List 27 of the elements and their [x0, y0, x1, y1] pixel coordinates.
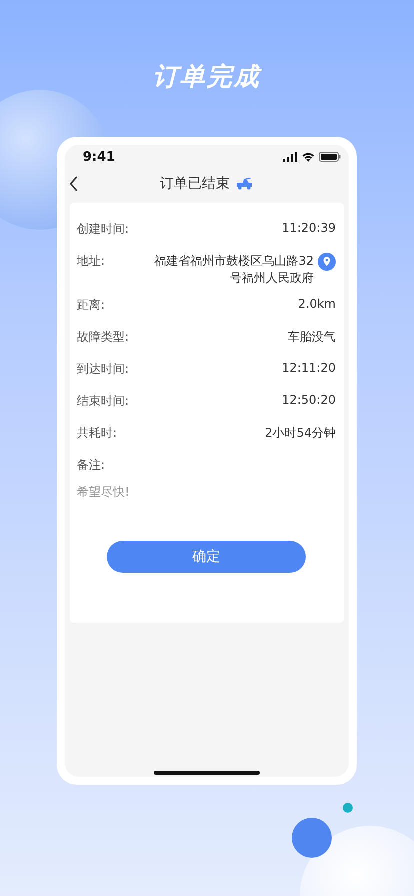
dot-drawing: [343, 803, 353, 813]
field-value: 福建省福州市鼓楼区乌山路32号福州人民政府: [154, 253, 314, 287]
field-label: 创建时间:: [77, 221, 130, 238]
note-text: 希望尽快!: [77, 484, 131, 501]
field-value: 2.0km: [298, 297, 336, 311]
back-icon[interactable]: [69, 176, 79, 192]
field-value: 2小时54分钟: [265, 425, 336, 442]
field-label: 备注:: [77, 457, 106, 474]
signal-icon: [283, 152, 298, 162]
field-label: 距离:: [77, 297, 106, 314]
field-value: 11:20:39: [282, 221, 336, 235]
page-title: 订单已结束: [160, 175, 230, 193]
location-pin-icon[interactable]: [318, 253, 336, 271]
confirm-button[interactable]: 确定: [107, 541, 306, 573]
field-label: 到达时间:: [77, 361, 130, 378]
field-label: 共耗时:: [77, 425, 118, 442]
field-value: 12:50:20: [282, 393, 336, 407]
battery-icon: [319, 152, 341, 162]
field-value: 车胎没气: [288, 329, 336, 346]
truck-icon: [236, 178, 254, 190]
wifi-icon: [302, 152, 315, 162]
field-label: 地址:: [77, 253, 106, 270]
field-label: 结束时间:: [77, 393, 130, 410]
field-value: 12:11:20: [282, 361, 336, 375]
headline: 订单完成: [153, 61, 261, 93]
field-label: 故障类型:: [77, 329, 130, 346]
status-time: 9:41: [83, 150, 116, 164]
